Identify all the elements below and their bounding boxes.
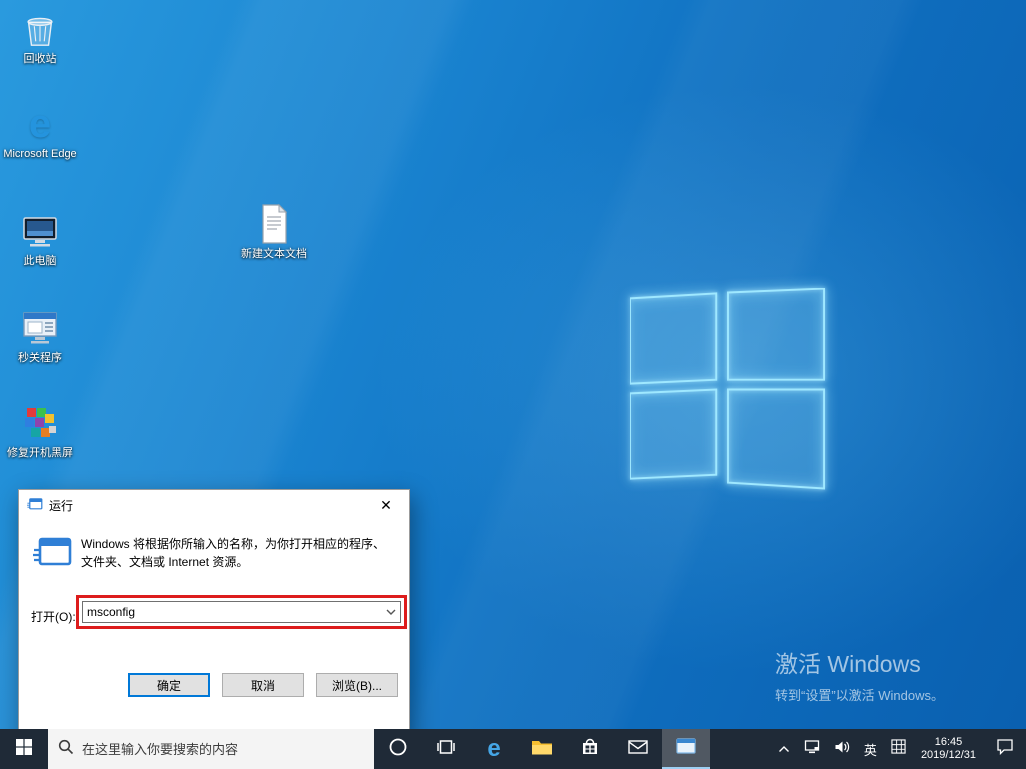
- ok-button[interactable]: 确定: [128, 673, 210, 697]
- run-dialog: 运行 ✕ Windows 将根据你所输入的名称，为你打开相应的程序、文件夹、文档…: [18, 489, 410, 744]
- speaker-icon: [834, 740, 850, 759]
- tray-overflow-button[interactable]: [771, 729, 797, 769]
- desktop-icon-microsoft-edge[interactable]: e Microsoft Edge: [2, 103, 78, 161]
- chevron-up-icon: [778, 740, 790, 758]
- desktop-icon-label: 新建文本文档: [241, 248, 307, 260]
- ime-grid-icon: [891, 739, 906, 759]
- activation-title: 激活 Windows: [775, 651, 921, 677]
- run-dialog-icon: [26, 497, 43, 514]
- text-document-icon: [251, 203, 297, 245]
- desktop-icon-recycle-bin[interactable]: 回收站: [2, 8, 78, 66]
- close-icon[interactable]: ✕: [363, 490, 409, 520]
- folder-icon: [531, 738, 553, 761]
- program-window-icon: [17, 307, 63, 349]
- start-button[interactable]: [0, 729, 48, 769]
- taskbar-search-box[interactable]: [48, 729, 374, 769]
- desktop-icon-fix-black-screen[interactable]: 修复开机黑屏: [2, 402, 78, 460]
- file-explorer-button[interactable]: [518, 729, 566, 769]
- desktop-icon-label: Microsoft Edge: [3, 148, 77, 160]
- clock-time: 16:45: [934, 736, 963, 748]
- browse-button[interactable]: 浏览(B)...: [316, 673, 398, 697]
- computer-icon: [17, 210, 63, 252]
- taskbar-active-run-window[interactable]: [662, 729, 710, 769]
- activation-watermark: 激活 Windows 转到“设置”以激活 Windows。: [775, 645, 944, 704]
- run-dialog-description: Windows 将根据你所输入的名称，为你打开相应的程序、文件夹、文档或 Int…: [81, 537, 386, 569]
- edge-icon: e: [487, 735, 501, 762]
- desktop-icon-new-text-document[interactable]: 新建文本文档: [236, 203, 312, 261]
- store-bag-icon: [580, 737, 600, 762]
- desktop-icon-this-pc[interactable]: 此电脑: [2, 210, 78, 268]
- ethernet-network-icon: [804, 739, 820, 760]
- task-view-icon: [436, 738, 456, 761]
- action-center-icon: [996, 738, 1014, 760]
- ime-language-button[interactable]: 英: [857, 729, 884, 769]
- ime-language-label: 英: [863, 742, 877, 758]
- system-tray: 英 16:45 2019/12/31: [771, 729, 1026, 769]
- run-dialog-titlebar[interactable]: 运行 ✕: [19, 490, 409, 520]
- task-view-button[interactable]: [422, 729, 470, 769]
- action-center-button[interactable]: [984, 729, 1026, 769]
- chevron-down-icon[interactable]: [382, 602, 400, 622]
- run-icon: [32, 536, 73, 571]
- taskbar-edge-button[interactable]: e: [470, 729, 518, 769]
- app-window-icon: [675, 737, 697, 760]
- desktop-icon-label: 此电脑: [23, 255, 57, 267]
- cancel-button[interactable]: 取消: [222, 673, 304, 697]
- ime-mode-button[interactable]: [884, 729, 913, 769]
- annotation-highlight-box: [76, 595, 407, 629]
- volume-button[interactable]: [827, 729, 857, 769]
- clock-date: 2019/12/31: [920, 749, 976, 761]
- taskbar: e: [0, 729, 1026, 769]
- cortana-button[interactable]: [374, 729, 422, 769]
- pixel-mosaic-icon: [17, 402, 63, 444]
- edge-icon: e: [28, 102, 52, 146]
- cortana-circle-icon: [388, 737, 408, 762]
- clock[interactable]: 16:45 2019/12/31: [913, 729, 984, 769]
- search-input[interactable]: [82, 741, 364, 757]
- microsoft-store-button[interactable]: [566, 729, 614, 769]
- mail-button[interactable]: [614, 729, 662, 769]
- run-command-input[interactable]: [83, 602, 382, 622]
- run-command-combobox[interactable]: [82, 601, 401, 623]
- desktop-icon-label: 修复开机黑屏: [7, 447, 73, 459]
- desktop-icon-label: 回收站: [23, 53, 57, 65]
- windows-logo-watermark: [630, 288, 826, 490]
- open-field-label: 打开(O):: [31, 610, 76, 624]
- desktop-icon-label: 秒关程序: [18, 352, 62, 364]
- mail-envelope-icon: [628, 739, 648, 760]
- windows-start-icon: [16, 738, 32, 760]
- run-dialog-title: 运行: [49, 498, 74, 513]
- activation-subtitle: 转到“设置”以激活 Windows。: [775, 688, 945, 703]
- recycle-bin-icon: [17, 8, 63, 50]
- desktop-icon-quick-close-program[interactable]: 秒关程序: [2, 307, 78, 365]
- network-status-button[interactable]: [797, 729, 827, 769]
- search-icon: [58, 739, 74, 760]
